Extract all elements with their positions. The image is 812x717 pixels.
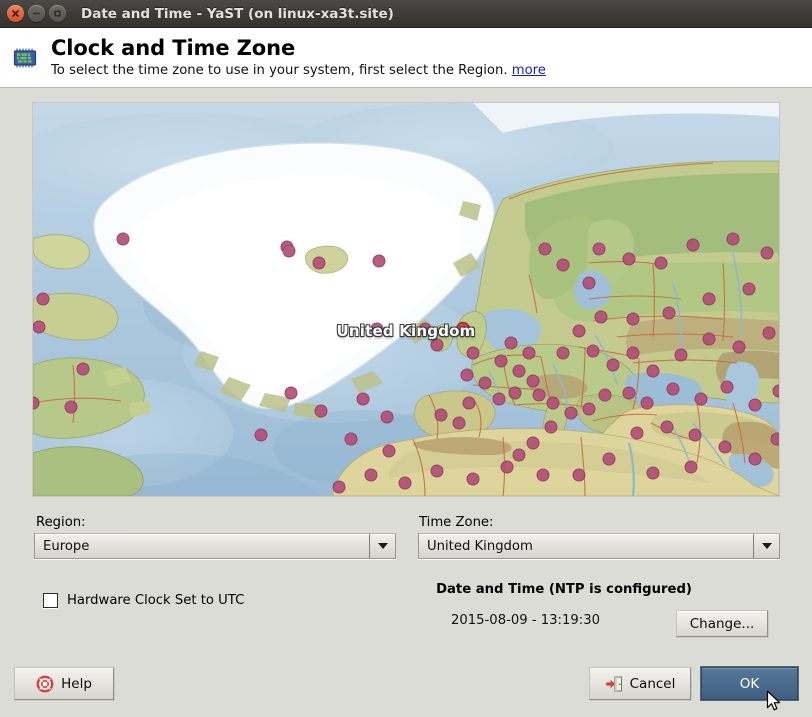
ok-button-label: OK — [739, 675, 760, 692]
page-subtitle-text: To select the time zone to use in your s… — [51, 62, 508, 78]
selected-timezone-marker — [455, 321, 471, 337]
timezone-select-value: United Kingdom — [427, 538, 533, 554]
more-link[interactable]: more — [512, 63, 546, 78]
minimize-icon[interactable] — [28, 5, 45, 22]
world-map-graphic — [33, 103, 779, 496]
chevron-down-icon[interactable] — [369, 534, 395, 558]
hardware-clock-utc-label: Hardware Clock Set to UTC — [67, 593, 245, 608]
cancel-button[interactable]: Cancel — [589, 667, 691, 700]
window-title: Date and Time - YaST (on linux-xa3t.site… — [81, 5, 394, 22]
cancel-button-label: Cancel — [629, 675, 676, 692]
page-subtitle: To select the time zone to use in your s… — [51, 63, 546, 79]
timezone-label: Time Zone: — [419, 515, 494, 530]
maximize-icon[interactable] — [49, 5, 66, 22]
datetime-value: 2015-08-09 - 13:19:30 — [450, 613, 600, 628]
hardware-clock-utc-checkbox[interactable]: Hardware Clock Set to UTC — [34, 593, 244, 608]
window-titlebar: Date and Time - YaST (on linux-xa3t.site… — [0, 0, 812, 28]
change-datetime-label: Change... — [689, 615, 755, 632]
timezone-map[interactable]: United Kingdom — [32, 102, 780, 497]
chip-clock-icon — [8, 41, 42, 75]
lifebuoy-icon — [36, 675, 54, 693]
datetime-section-title: Date and Time (NTP is configured) — [436, 582, 692, 597]
region-select[interactable]: Europe — [34, 533, 396, 559]
close-icon[interactable] — [7, 5, 24, 22]
window-controls — [7, 5, 66, 22]
exit-door-icon — [605, 675, 623, 693]
checkbox-box[interactable] — [43, 593, 58, 608]
page-title: Clock and Time Zone — [51, 36, 296, 61]
dialog-header: Clock and Time Zone To select the time z… — [0, 28, 812, 88]
timezone-select[interactable]: United Kingdom — [418, 533, 780, 559]
ok-button[interactable]: OK — [701, 667, 798, 700]
change-datetime-button[interactable]: Change... — [676, 610, 768, 637]
yast-date-and-time-window: Date and Time - YaST (on linux-xa3t.site… — [0, 0, 812, 717]
chevron-down-icon[interactable] — [753, 534, 779, 558]
region-label: Region: — [36, 515, 86, 530]
help-button-label: Help — [61, 675, 92, 692]
help-button[interactable]: Help — [14, 667, 114, 700]
dialog-body: United Kingdom Region: Europe Time Zone:… — [0, 89, 812, 717]
timezone-map-canvas[interactable] — [33, 103, 779, 496]
region-select-value: Europe — [43, 538, 90, 554]
